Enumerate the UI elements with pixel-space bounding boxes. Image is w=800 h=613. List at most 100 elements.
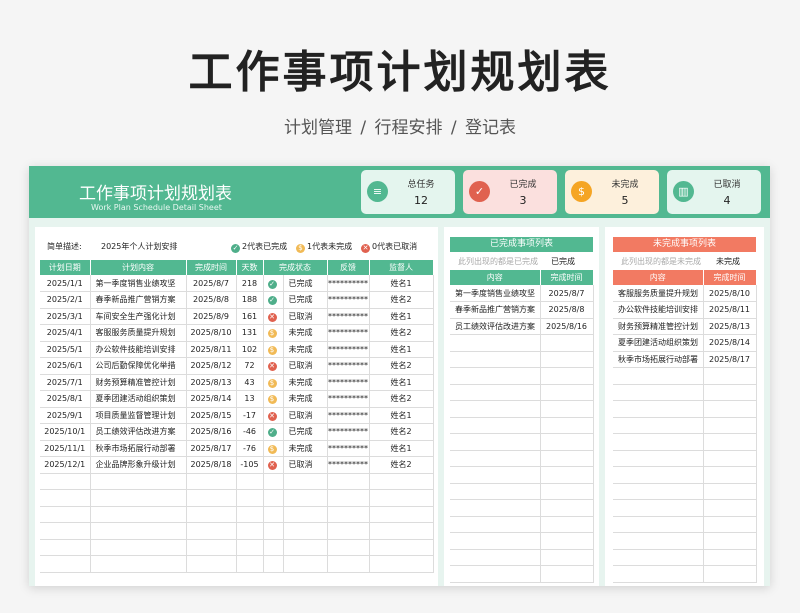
column-header[interactable]: 内容: [613, 270, 704, 285]
days-cell[interactable]: -76: [236, 440, 264, 457]
days-cell[interactable]: 13: [236, 390, 264, 408]
done-time-cell[interactable]: [540, 565, 594, 583]
content-cell[interactable]: [450, 499, 541, 517]
done-time-cell[interactable]: [186, 555, 237, 573]
content-cell[interactable]: [613, 417, 704, 434]
status-cell[interactable]: 未完成: [283, 341, 328, 358]
done-time-cell[interactable]: [186, 506, 237, 523]
done-time-cell[interactable]: 2025/8/11: [703, 301, 757, 319]
done-time-cell[interactable]: 2025/8/11: [186, 341, 237, 358]
feedback-cell[interactable]: **********: [327, 357, 370, 375]
days-cell[interactable]: 131: [236, 324, 264, 342]
content-cell[interactable]: [90, 555, 187, 573]
status-cell[interactable]: 已取消: [283, 407, 328, 424]
done-time-cell[interactable]: [703, 516, 757, 533]
supervisor-cell[interactable]: [369, 555, 434, 573]
content-cell[interactable]: [613, 549, 704, 566]
feedback-cell[interactable]: **********: [327, 324, 370, 342]
content-cell[interactable]: 财务预算精准管控计划: [613, 318, 704, 335]
done-time-cell[interactable]: 2025/8/15: [186, 407, 237, 424]
done-time-cell[interactable]: 2025/8/9: [186, 308, 237, 325]
days-cell[interactable]: -17: [236, 407, 264, 424]
feedback-cell[interactable]: **********: [327, 423, 370, 441]
content-cell[interactable]: [90, 522, 187, 540]
status-icon-cell[interactable]: $: [263, 341, 284, 358]
supervisor-cell[interactable]: 姓名2: [369, 291, 434, 309]
date-cell[interactable]: 2025/5/1: [40, 341, 91, 358]
feedback-cell[interactable]: **********: [327, 341, 370, 358]
column-header[interactable]: 监督人: [369, 260, 434, 275]
date-cell[interactable]: 2025/9/1: [40, 407, 91, 424]
content-cell[interactable]: [613, 466, 704, 484]
done-time-cell[interactable]: 2025/8/16: [186, 423, 237, 441]
status-cell[interactable]: 未完成: [283, 324, 328, 342]
status-cell[interactable]: [283, 539, 328, 556]
date-cell[interactable]: 2025/8/1: [40, 390, 91, 408]
column-header[interactable]: 完成时间: [540, 270, 594, 285]
done-time-cell[interactable]: [540, 499, 594, 517]
done-time-cell[interactable]: 2025/8/8: [540, 301, 594, 319]
done-time-cell[interactable]: 2025/8/14: [186, 390, 237, 408]
content-cell[interactable]: 公司后勤保障优化举措: [90, 357, 187, 375]
done-time-cell[interactable]: 2025/8/7: [186, 275, 237, 292]
done-time-cell[interactable]: [186, 522, 237, 540]
done-time-cell[interactable]: [703, 532, 757, 550]
content-cell[interactable]: [450, 483, 541, 500]
done-time-cell[interactable]: [540, 516, 594, 533]
supervisor-cell[interactable]: 姓名1: [369, 275, 434, 292]
content-cell[interactable]: [613, 499, 704, 517]
column-header[interactable]: 计划日期: [40, 260, 91, 275]
column-header[interactable]: 反馈: [327, 260, 370, 275]
content-cell[interactable]: 夏季团建活动组织策划: [613, 334, 704, 352]
status-icon-cell[interactable]: ✓: [263, 291, 284, 309]
days-cell[interactable]: [236, 522, 264, 540]
done-time-cell[interactable]: [540, 433, 594, 451]
date-cell[interactable]: 2025/6/1: [40, 357, 91, 375]
done-time-cell[interactable]: [703, 450, 757, 467]
status-icon-cell[interactable]: [263, 473, 284, 490]
done-time-cell[interactable]: 2025/8/17: [186, 440, 237, 457]
days-cell[interactable]: 43: [236, 374, 264, 391]
status-cell[interactable]: 已完成: [283, 275, 328, 292]
date-cell[interactable]: [40, 473, 91, 490]
status-cell[interactable]: 已取消: [283, 456, 328, 474]
content-cell[interactable]: 车间安全生产强化计划: [90, 308, 187, 325]
days-cell[interactable]: 188: [236, 291, 264, 309]
content-cell[interactable]: [450, 433, 541, 451]
supervisor-cell[interactable]: 姓名1: [369, 407, 434, 424]
days-cell[interactable]: [236, 539, 264, 556]
column-header[interactable]: 完成时间: [703, 270, 757, 285]
status-icon-cell[interactable]: [263, 539, 284, 556]
content-cell[interactable]: 客服服务质量提升规划: [613, 285, 704, 302]
content-cell[interactable]: 春季新品推广营销方案: [450, 301, 541, 319]
done-time-cell[interactable]: [540, 483, 594, 500]
status-icon-cell[interactable]: [263, 555, 284, 573]
done-time-cell[interactable]: [186, 473, 237, 490]
content-cell[interactable]: [450, 549, 541, 566]
content-cell[interactable]: [613, 450, 704, 467]
content-cell[interactable]: [613, 532, 704, 550]
done-time-cell[interactable]: [186, 539, 237, 556]
content-cell[interactable]: [450, 417, 541, 434]
days-cell[interactable]: [236, 506, 264, 523]
supervisor-cell[interactable]: 姓名2: [369, 390, 434, 408]
content-cell[interactable]: 办公软件技能培训安排: [613, 301, 704, 319]
done-time-cell[interactable]: [703, 400, 757, 418]
content-cell[interactable]: [613, 367, 704, 385]
status-icon-cell[interactable]: ✕: [263, 357, 284, 375]
date-cell[interactable]: 2025/7/1: [40, 374, 91, 391]
content-cell[interactable]: 夏季团建活动组织策划: [90, 390, 187, 408]
status-icon-cell[interactable]: [263, 522, 284, 540]
done-time-cell[interactable]: 2025/8/13: [186, 374, 237, 391]
description-value[interactable]: 2025年个人计划安排: [101, 241, 177, 252]
content-cell[interactable]: 春季新品推广营销方案: [90, 291, 187, 309]
done-time-cell[interactable]: [540, 549, 594, 566]
done-time-cell[interactable]: 2025/8/16: [540, 318, 594, 335]
status-cell[interactable]: 已取消: [283, 308, 328, 325]
status-cell[interactable]: 未完成: [283, 390, 328, 408]
status-icon-cell[interactable]: $: [263, 324, 284, 342]
feedback-cell[interactable]: [327, 489, 370, 507]
done-time-cell[interactable]: 2025/8/12: [186, 357, 237, 375]
done-time-cell[interactable]: 2025/8/14: [703, 334, 757, 352]
status-cell[interactable]: 已完成: [283, 291, 328, 309]
